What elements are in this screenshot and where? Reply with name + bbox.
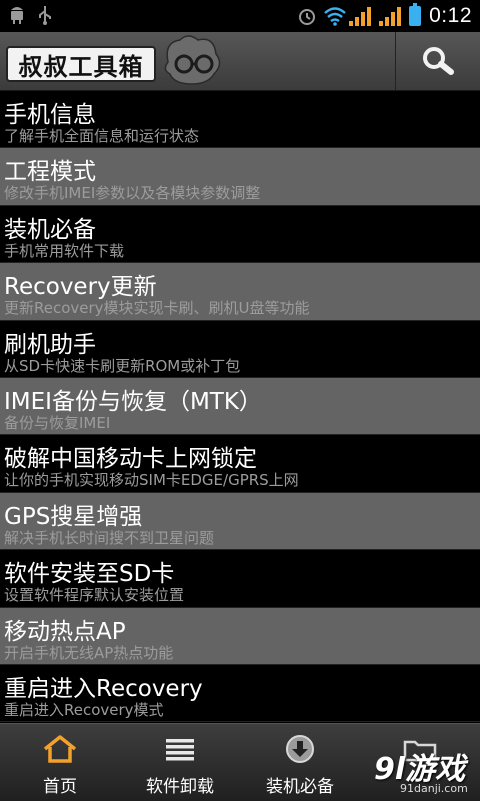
tab-uninstall[interactable]: 软件卸载	[120, 724, 240, 801]
list-item-reboot-recovery[interactable]: 重启进入Recovery 重启进入Recovery模式	[0, 664, 480, 723]
app-logo: 叔叔工具箱	[6, 46, 156, 82]
list-item-subtitle: 备份与恢复IMEI	[4, 413, 111, 432]
status-bar: 0:12	[0, 0, 480, 32]
usb-icon	[36, 5, 54, 25]
watermark-url: 91danji.com	[400, 782, 468, 795]
list-item-hotspot-ap[interactable]: 移动热点AP 开启手机无线AP热点功能	[0, 607, 480, 665]
list-item-subtitle: 让你的手机实现移动SIM卡EDGE/GPRS上网	[4, 471, 299, 490]
list-item-phone-info[interactable]: 手机信息 了解手机全面信息和运行状态	[0, 91, 480, 149]
mascot-icon	[158, 34, 228, 88]
battery-charging-icon	[409, 3, 422, 26]
list-item-flash-assistant[interactable]: 刷机助手 从SD卡快速卡刷更新ROM或补丁包	[0, 320, 480, 378]
list-item-title: 移动热点AP	[4, 618, 126, 645]
list-icon	[161, 734, 199, 764]
list-item-subtitle: 从SD卡快速卡刷更新ROM或补丁包	[4, 356, 241, 375]
list-item-subtitle: 更新Recovery模块实现卡刷、刷机U盘等功能	[4, 299, 310, 318]
home-icon	[41, 734, 79, 764]
list-item-subtitle: 开启手机无线AP热点功能	[4, 643, 174, 662]
tool-list: 手机信息 了解手机全面信息和运行状态 工程模式 修改手机IMEI参数以及各模块参…	[0, 91, 480, 723]
tab-label: 装机必备	[266, 777, 334, 797]
clock: 0:12	[429, 4, 472, 27]
tab-label: 首页	[43, 777, 77, 797]
list-item-title: IMEI备份与恢复（MTK）	[4, 388, 262, 415]
list-item-subtitle: 解决手机长时间搜不到卫星问题	[4, 528, 215, 547]
list-item-title: 软件安装至SD卡	[4, 561, 175, 588]
list-item-essential-apps[interactable]: 装机必备 手机常用软件下载	[0, 205, 480, 264]
signal-icon	[349, 6, 372, 26]
alarm-icon	[297, 6, 316, 26]
site-watermark: 9l游戏 91danji.com	[370, 738, 480, 798]
app-logo-text: 叔叔工具箱	[18, 52, 144, 81]
tab-essential-apps[interactable]: 装机必备	[240, 724, 360, 801]
list-item-title: 刷机助手	[4, 331, 96, 358]
search-button[interactable]	[395, 32, 480, 90]
list-item-imei-backup[interactable]: IMEI备份与恢复（MTK） 备份与恢复IMEI	[0, 377, 480, 436]
list-item-engineering-mode[interactable]: 工程模式 修改手机IMEI参数以及各模块参数调整	[0, 148, 480, 206]
list-item-subtitle: 设置软件程序默认安装位置	[4, 586, 185, 605]
list-item-title: 工程模式	[4, 159, 96, 186]
download-icon	[281, 734, 319, 764]
list-item-subtitle: 重启进入Recovery模式	[4, 700, 164, 719]
list-item-title: Recovery更新	[4, 274, 157, 301]
list-item-title: GPS搜星增强	[4, 503, 143, 530]
wifi-icon	[323, 6, 346, 26]
list-item-title: 重启进入Recovery	[4, 675, 203, 702]
search-icon	[418, 44, 458, 78]
list-item-title: 手机信息	[4, 102, 96, 128]
list-item-title: 破解中国移动卡上网锁定	[4, 446, 257, 473]
list-item-title: 装机必备	[4, 216, 96, 243]
android-icon	[8, 5, 26, 25]
list-item-recovery-update[interactable]: Recovery更新 更新Recovery模块实现卡刷、刷机U盘等功能	[0, 263, 480, 321]
list-item-unlock-cmcc-data[interactable]: 破解中国移动卡上网锁定 让你的手机实现移动SIM卡EDGE/GPRS上网	[0, 435, 480, 493]
signal-icon-2	[379, 6, 402, 26]
list-item-subtitle: 了解手机全面信息和运行状态	[4, 127, 200, 145]
tab-home[interactable]: 首页	[0, 724, 120, 801]
list-item-install-to-sd[interactable]: 软件安装至SD卡 设置软件程序默认安装位置	[0, 550, 480, 608]
list-item-subtitle: 手机常用软件下载	[4, 241, 125, 260]
app-header: 叔叔工具箱	[0, 32, 480, 91]
list-item-subtitle: 修改手机IMEI参数以及各模块参数调整	[4, 184, 261, 203]
list-item-gps-boost[interactable]: GPS搜星增强 解决手机长时间搜不到卫星问题	[0, 492, 480, 551]
tab-label: 软件卸载	[146, 777, 214, 797]
